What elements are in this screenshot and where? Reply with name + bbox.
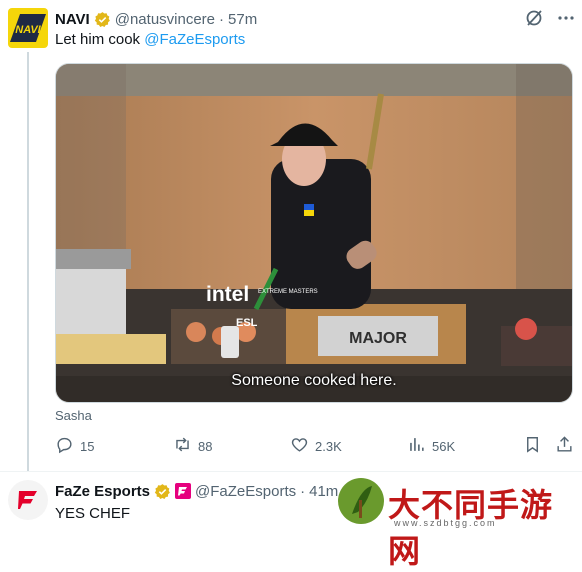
video-frame: MAJOR intel EXTREME MASTERS ESL xyxy=(56,64,572,402)
author-name[interactable]: NAVI xyxy=(55,11,90,28)
repost-icon xyxy=(173,435,198,457)
heart-icon xyxy=(290,435,315,457)
like-button[interactable]: 2.3K xyxy=(290,434,342,458)
bookmark-icon xyxy=(523,435,548,457)
reply-header: FaZe Esports @FaZeEsports · 41m xyxy=(55,481,338,501)
reply-button[interactable]: 15 xyxy=(55,434,94,458)
reply-count: 15 xyxy=(80,438,95,454)
esl-logo: ESL xyxy=(236,317,258,329)
grok-icon[interactable] xyxy=(524,8,544,28)
author-handle[interactable]: @natusvincere xyxy=(115,11,215,28)
affiliate-badge-icon[interactable] xyxy=(175,483,192,499)
tweet-header: NAVI @natusvincere · 57m xyxy=(55,9,257,29)
separator-dot: · xyxy=(300,482,306,500)
tweet-text: Let him cook @FaZeEsports xyxy=(55,31,245,48)
separator-dot: · xyxy=(219,10,225,28)
site-watermark: 大不同手游网 www.szdbtgg.com xyxy=(338,472,582,570)
reply-author-handle[interactable]: @FaZeEsports xyxy=(195,483,296,500)
reply-timestamp[interactable]: 41m xyxy=(309,483,338,500)
bookmark-button[interactable] xyxy=(523,434,548,458)
views-button[interactable]: 56K xyxy=(407,434,455,458)
verified-gold-icon xyxy=(94,11,111,28)
timestamp[interactable]: 57m xyxy=(228,11,257,28)
action-bar: 15 88 2.3K 56K xyxy=(55,434,573,458)
repost-button[interactable]: 88 xyxy=(173,434,212,458)
more-options-icon[interactable] xyxy=(556,8,576,28)
media-attribution[interactable]: Sasha xyxy=(55,408,92,423)
repost-count: 88 xyxy=(198,438,213,454)
mention-link[interactable]: @FaZeEsports xyxy=(144,31,245,48)
svg-text:NAVI: NAVI xyxy=(15,24,41,36)
navi-avatar[interactable]: NAVI xyxy=(8,8,48,48)
major-logo: MAJOR xyxy=(349,330,407,347)
faze-avatar[interactable] xyxy=(8,480,48,520)
analytics-icon xyxy=(407,435,432,457)
watermark-url: www.szdbtgg.com xyxy=(394,518,497,528)
verified-gold-icon xyxy=(154,483,171,500)
share-button[interactable] xyxy=(555,434,580,458)
reply-author-name[interactable]: FaZe Esports xyxy=(55,483,150,500)
views-count: 56K xyxy=(432,438,456,454)
share-icon xyxy=(555,435,580,457)
reply-icon xyxy=(55,435,80,457)
tweet-video[interactable]: MAJOR intel EXTREME MASTERS ESL Someone … xyxy=(55,63,573,403)
reply-text: YES CHEF xyxy=(55,505,131,522)
extreme-masters-text: EXTREME MASTERS xyxy=(258,289,318,295)
like-count: 2.3K xyxy=(315,438,342,454)
intel-logo: intel xyxy=(206,283,249,306)
tweet-text-body: Let him cook xyxy=(55,31,145,48)
thread-line xyxy=(27,52,29,472)
video-caption: Someone cooked here. xyxy=(231,372,397,389)
watermark-logo-icon xyxy=(338,478,384,524)
